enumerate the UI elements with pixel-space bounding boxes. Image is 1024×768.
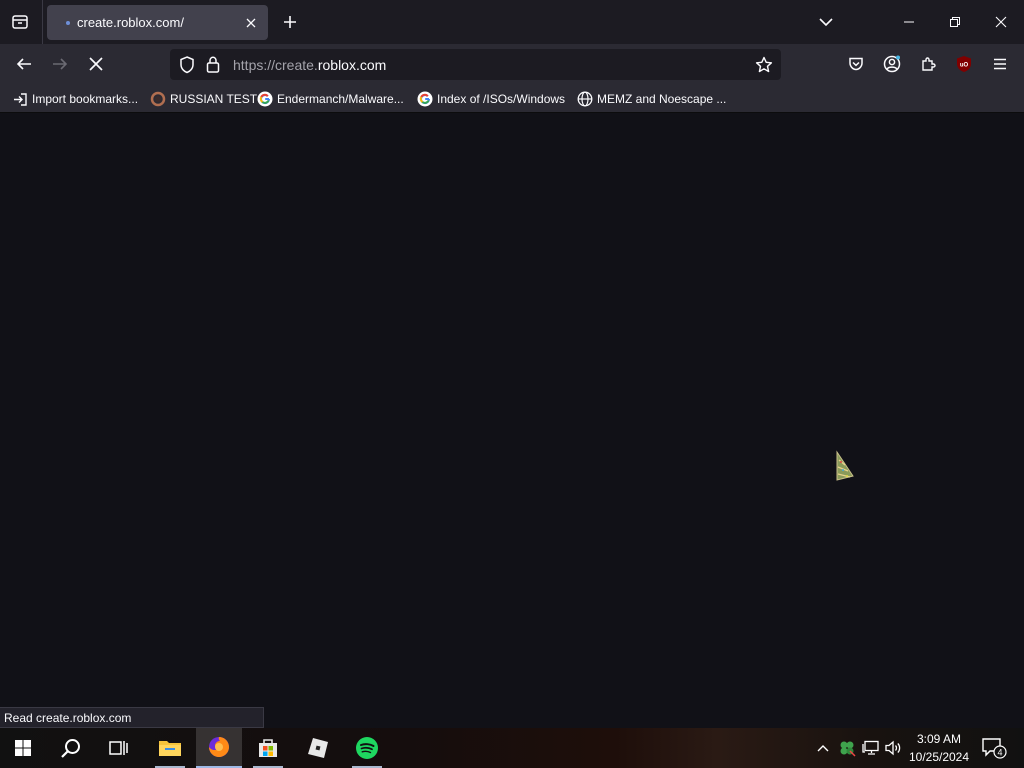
speaker-icon xyxy=(885,740,901,756)
address-bar[interactable]: https://create.roblox.com xyxy=(170,49,781,80)
url-text[interactable]: https://create.roblox.com xyxy=(233,57,386,73)
network-button[interactable] xyxy=(860,728,882,768)
task-view-icon xyxy=(109,741,128,755)
network-icon xyxy=(862,740,879,755)
tab-close-button[interactable] xyxy=(240,12,262,34)
show-hidden-icons-button[interactable] xyxy=(812,728,834,768)
minimize-icon xyxy=(904,21,914,23)
import-icon xyxy=(12,91,28,107)
taskbar-file-explorer[interactable] xyxy=(147,728,193,768)
extensions-button[interactable] xyxy=(913,50,943,78)
action-center-button[interactable]: 4 xyxy=(978,728,1010,768)
taskbar-firefox[interactable] xyxy=(196,728,242,768)
minimize-button[interactable] xyxy=(886,0,932,44)
search-button[interactable] xyxy=(48,728,94,768)
close-window-button[interactable] xyxy=(978,0,1024,44)
app-menu-button[interactable] xyxy=(985,50,1015,78)
notification-icon: 4 xyxy=(982,738,1007,759)
tab-active[interactable]: create.roblox.com/ xyxy=(47,5,268,40)
taskbar-spotify[interactable] xyxy=(344,728,390,768)
lock-icon[interactable] xyxy=(206,56,220,73)
bookmark-memz[interactable]: MEMZ and Noescape ... xyxy=(577,89,726,109)
google-icon xyxy=(257,91,273,107)
task-view-button[interactable] xyxy=(96,728,142,768)
close-icon xyxy=(246,18,256,28)
chevron-up-icon xyxy=(817,745,829,752)
bookmark-russian-test[interactable]: RUSSIAN TEST xyxy=(150,89,257,109)
taskbar-roblox[interactable] xyxy=(295,728,341,768)
bookmark-isos-windows[interactable]: Index of /ISOs/Windows xyxy=(417,89,565,109)
google-icon xyxy=(417,91,433,107)
new-tab-button[interactable] xyxy=(278,10,302,34)
shield-icon[interactable] xyxy=(179,56,195,74)
ublock-origin-icon: uO xyxy=(957,56,971,72)
tab-title: create.roblox.com/ xyxy=(77,15,184,30)
notification-count: 4 xyxy=(997,748,1002,758)
stop-button[interactable] xyxy=(81,50,111,78)
bookmarks-toolbar: Import bookmarks... RUSSIAN TEST Enderma… xyxy=(0,85,1024,113)
puzzle-icon xyxy=(922,57,936,71)
firefox-view-button[interactable] xyxy=(6,8,34,36)
volume-button[interactable] xyxy=(883,728,905,768)
taskbar-microsoft-store[interactable] xyxy=(245,728,291,768)
search-icon xyxy=(61,739,80,758)
forward-button[interactable] xyxy=(45,50,75,78)
clock-time: 3:09 AM xyxy=(916,732,962,746)
divider xyxy=(42,0,43,44)
firefox-icon xyxy=(209,737,229,757)
list-all-tabs-button[interactable] xyxy=(803,0,849,44)
back-button[interactable] xyxy=(9,50,39,78)
bookmark-label: Import bookmarks... xyxy=(32,92,139,106)
star-icon[interactable] xyxy=(755,56,773,74)
bookmark-favicon xyxy=(150,91,166,107)
account-button[interactable] xyxy=(877,50,907,78)
bookmark-label: RUSSIAN TEST xyxy=(170,92,258,106)
bookmark-label: MEMZ and Noescape ... xyxy=(597,92,727,106)
account-icon xyxy=(883,55,901,73)
roblox-icon xyxy=(308,738,328,758)
party-hat-cursor-icon xyxy=(836,450,854,481)
restore-button[interactable] xyxy=(932,0,978,44)
tray-app-icon[interactable] xyxy=(836,728,858,768)
pocket-icon xyxy=(849,57,863,71)
store-icon xyxy=(259,739,277,757)
page-content[interactable] xyxy=(0,113,1024,728)
arrow-left-icon xyxy=(16,58,31,70)
bookmark-label: Endermanch/Malware... xyxy=(277,92,404,106)
windows-icon xyxy=(15,740,31,756)
taskbar: 3:09 AM 10/25/2024 4 xyxy=(0,728,1024,768)
stop-icon xyxy=(89,57,103,71)
bookmark-import[interactable]: Import bookmarks... xyxy=(12,89,138,109)
clover-icon xyxy=(840,741,856,757)
tab-bar: create.roblox.com/ xyxy=(0,0,1024,44)
restore-icon xyxy=(950,17,960,27)
chevron-down-icon xyxy=(819,18,833,27)
close-icon xyxy=(995,16,1007,28)
loading-dot-icon xyxy=(66,21,70,25)
navigation-toolbar: https://create.roblox.com uO xyxy=(0,44,1024,85)
pocket-button[interactable] xyxy=(841,50,871,78)
clock-date: 10/25/2024 xyxy=(908,750,970,764)
status-panel: Read create.roblox.com xyxy=(0,707,264,728)
arrow-right-icon xyxy=(53,58,68,70)
bookmark-endermanch[interactable]: Endermanch/Malware... xyxy=(257,89,404,109)
start-button[interactable] xyxy=(0,728,46,768)
system-clock[interactable]: 3:09 AM 10/25/2024 xyxy=(904,730,974,766)
firefox-view-icon xyxy=(12,15,28,29)
url-prefix: https://create. xyxy=(233,57,318,73)
extension-badge: uO xyxy=(960,63,969,69)
plus-icon xyxy=(284,16,296,28)
bookmark-label: Index of /ISOs/Windows xyxy=(437,92,566,106)
folder-icon xyxy=(159,741,181,756)
spotify-icon xyxy=(356,737,378,759)
globe-icon xyxy=(577,91,593,107)
hamburger-icon xyxy=(994,58,1006,70)
ublock-origin-button[interactable]: uO xyxy=(949,50,979,78)
url-domain: roblox.com xyxy=(317,57,387,73)
